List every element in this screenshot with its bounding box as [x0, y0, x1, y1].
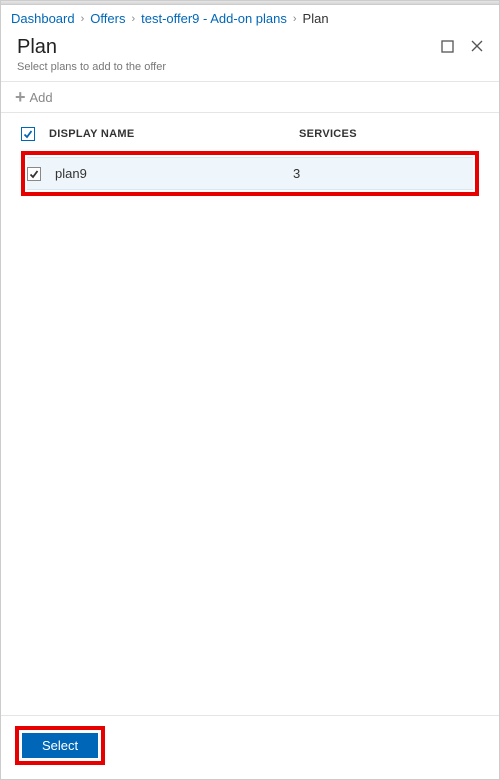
list-header-row: DISPLAY NAME SERVICES: [21, 127, 479, 145]
check-icon: [23, 129, 33, 139]
close-icon: [470, 39, 484, 53]
page-subtitle: Select plans to add to the offer: [17, 61, 166, 73]
highlight-annotation-row: plan9 3: [21, 151, 479, 196]
column-header-services[interactable]: SERVICES: [299, 128, 479, 140]
add-button[interactable]: + Add: [1, 82, 499, 113]
column-header-name[interactable]: DISPLAY NAME: [49, 128, 299, 140]
breadcrumb: Dashboard › Offers › test-offer9 - Add-o…: [1, 5, 499, 32]
blade-header: Plan Select plans to add to the offer: [1, 32, 499, 82]
row-checkbox[interactable]: [27, 167, 41, 181]
chevron-right-icon: ›: [131, 13, 135, 25]
breadcrumb-link-offers[interactable]: Offers: [90, 11, 125, 26]
breadcrumb-link-addon-plans[interactable]: test-offer9 - Add-on plans: [141, 11, 287, 26]
maximize-icon: [441, 40, 454, 53]
check-icon: [29, 169, 39, 179]
plus-icon: +: [15, 88, 26, 106]
page-title: Plan: [17, 36, 166, 59]
maximize-button[interactable]: [439, 38, 455, 54]
table-row[interactable]: plan9 3: [27, 157, 473, 190]
close-button[interactable]: [469, 38, 485, 54]
chevron-right-icon: ›: [81, 13, 85, 25]
plan-list: DISPLAY NAME SERVICES plan9 3: [1, 113, 499, 196]
chevron-right-icon: ›: [293, 13, 297, 25]
footer: Select: [1, 715, 499, 779]
select-all-checkbox[interactable]: [21, 127, 35, 141]
breadcrumb-link-dashboard[interactable]: Dashboard: [11, 11, 75, 26]
row-services: 3: [293, 166, 473, 181]
breadcrumb-current: Plan: [303, 11, 329, 26]
select-button[interactable]: Select: [22, 733, 98, 758]
row-name: plan9: [55, 166, 293, 181]
highlight-annotation-button: Select: [15, 726, 105, 765]
add-label: Add: [30, 90, 53, 105]
